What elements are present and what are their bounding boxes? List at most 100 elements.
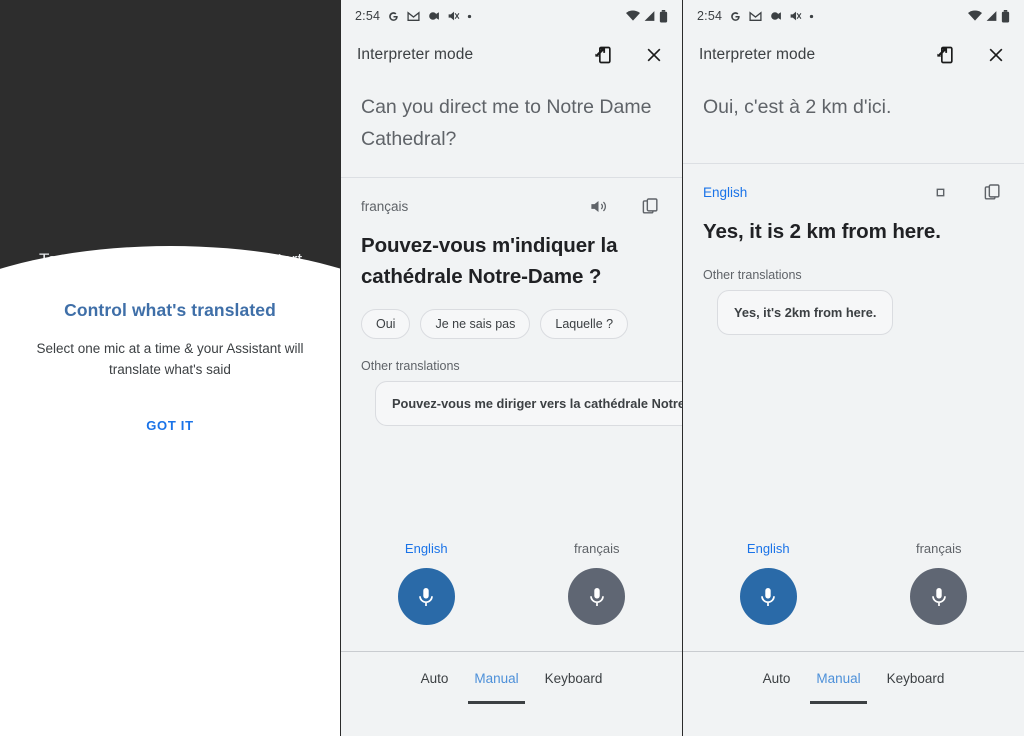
mic-button-english[interactable] (397, 568, 455, 625)
mic-label-english: English (404, 541, 448, 556)
page-title: Interpreter mode (357, 46, 474, 63)
dot-icon (126, 14, 131, 19)
google-g-icon (387, 10, 400, 23)
battery-icon (1001, 9, 1010, 23)
other-translation-chip[interactable]: Pouvez-vous me diriger vers la cathédral… (375, 380, 682, 426)
mic-francais[interactable]: français (512, 541, 683, 625)
page-title: Interpreter mode (16, 46, 133, 63)
nav-keyboard[interactable]: Keyboard (887, 671, 945, 686)
speaker-icon[interactable] (586, 194, 610, 218)
app-bar: Interpreter mode (0, 32, 340, 78)
mic-button-francais[interactable] (568, 568, 626, 625)
signal-icon (985, 10, 998, 22)
other-translations-row: Yes, it's 2km from here. (703, 289, 1004, 335)
mic-label-english: English (63, 541, 107, 556)
gesture-bar (683, 704, 1024, 736)
mic-label-english: English (746, 541, 790, 556)
status-bar-clock: 2:54 (697, 9, 723, 23)
mic-button-english[interactable] (56, 568, 114, 625)
mic-label-francais: français (915, 541, 962, 556)
gesture-bar (341, 704, 682, 736)
panel-translation-english: 2:54 Interpreter mode Oui, c'est à 2 km … (683, 0, 1024, 736)
mic-button-francais[interactable] (910, 568, 968, 625)
meet-icon (86, 10, 99, 22)
nav-keyboard[interactable]: Keyboard (545, 671, 603, 686)
copy-icon[interactable] (980, 180, 1004, 204)
mic-francais[interactable]: français (854, 541, 1024, 625)
bottom-nav: Auto Manual Keyboard (683, 652, 1024, 704)
stop-icon[interactable] (928, 180, 952, 204)
signal-icon (301, 10, 314, 22)
three-panel-screenshot: 2:51 Interpreter mode English français A… (0, 0, 1024, 736)
mic-row: English français (683, 541, 1024, 652)
mic-english[interactable]: English (683, 541, 854, 625)
other-translation-chip[interactable]: Yes, it's 2km from here. (717, 289, 894, 335)
close-icon[interactable] (300, 43, 324, 67)
mic-label-francais: français (573, 541, 620, 556)
google-g-icon (46, 10, 59, 23)
translation-language-label: English (703, 184, 748, 200)
status-bar-right (968, 9, 1010, 23)
signal-icon (643, 10, 656, 22)
translated-text: Yes, it is 2 km from here. (703, 220, 941, 243)
open-on-device-icon[interactable] (934, 43, 958, 67)
app-bar-actions (592, 43, 666, 67)
nav-auto[interactable]: Auto (421, 671, 449, 686)
nav-auto[interactable]: Auto (79, 671, 107, 686)
mic-label-francais: français (232, 541, 278, 556)
suggestion-chips: Oui Je ne sais pas Laquelle ? (361, 308, 662, 339)
translation-actions (586, 194, 662, 218)
got-it-button[interactable]: GOT IT (24, 418, 316, 433)
bottom-nav: Auto Manual Keyboard (341, 652, 682, 704)
bottom-nav: Auto Manual Keyboard (0, 652, 340, 704)
google-g-icon (729, 10, 742, 23)
translation-card: English Yes, it is 2 km from here. Other… (683, 164, 1024, 335)
gmail-icon (749, 10, 762, 22)
panel-interpreter-onboarding: 2:51 Interpreter mode English français A… (0, 0, 341, 736)
suggestion-chip[interactable]: Je ne sais pas (420, 308, 531, 339)
dot-icon (467, 14, 472, 19)
close-icon[interactable] (642, 43, 666, 67)
volume-muted-icon (447, 10, 460, 22)
translation-header: français (361, 194, 662, 218)
mic-english[interactable]: English (0, 541, 170, 625)
nav-auto[interactable]: Auto (763, 671, 791, 686)
nav-manual[interactable]: Manual (810, 671, 867, 704)
gesture-bar (0, 704, 340, 736)
nav-manual[interactable]: Manual (126, 671, 184, 704)
translation-actions (928, 180, 1004, 204)
wifi-icon (968, 10, 982, 22)
suggestion-chip[interactable]: Oui (361, 308, 411, 339)
nav-manual[interactable]: Manual (468, 671, 525, 704)
mic-button-english[interactable] (739, 568, 797, 625)
dialog-title: Control what's translated (64, 300, 276, 320)
status-bar: 2:54 (341, 0, 682, 32)
nav-keyboard[interactable]: Keyboard (203, 671, 261, 686)
battery-icon (317, 9, 326, 23)
copy-icon[interactable] (638, 194, 662, 218)
other-translations-row: Pouvez-vous me diriger vers la cathédral… (361, 380, 682, 426)
gmail-icon (407, 10, 420, 22)
mic-english[interactable]: English (341, 541, 512, 625)
suggestion-chip[interactable]: Laquelle ? (540, 308, 629, 339)
recognized-speech-text: Can you direct me to Notre Dame Cathedra… (341, 78, 682, 179)
onboarding-dialog: Control what's translated Select one mic… (0, 300, 340, 433)
mic-francais[interactable]: français (170, 541, 340, 625)
status-bar: 2:54 (683, 0, 1024, 32)
open-on-device-icon[interactable] (250, 43, 274, 67)
dot-icon (809, 14, 814, 19)
open-on-device-icon[interactable] (592, 43, 616, 67)
meet-icon (427, 10, 440, 22)
volume-muted-icon (106, 10, 119, 22)
gmail-icon (66, 10, 79, 22)
status-bar-left: 2:54 (355, 9, 472, 23)
page-title: Interpreter mode (699, 46, 816, 63)
recognized-speech-text: Oui, c'est à 2 km d'ici. (683, 78, 1024, 164)
close-icon[interactable] (984, 43, 1008, 67)
other-translations-label: Other translations (703, 267, 802, 282)
wifi-icon (626, 10, 640, 22)
status-bar: 2:51 (0, 0, 340, 32)
app-bar: Interpreter mode (683, 32, 1024, 78)
status-bar-clock: 2:54 (355, 9, 381, 23)
mic-button-francais[interactable] (226, 568, 284, 625)
